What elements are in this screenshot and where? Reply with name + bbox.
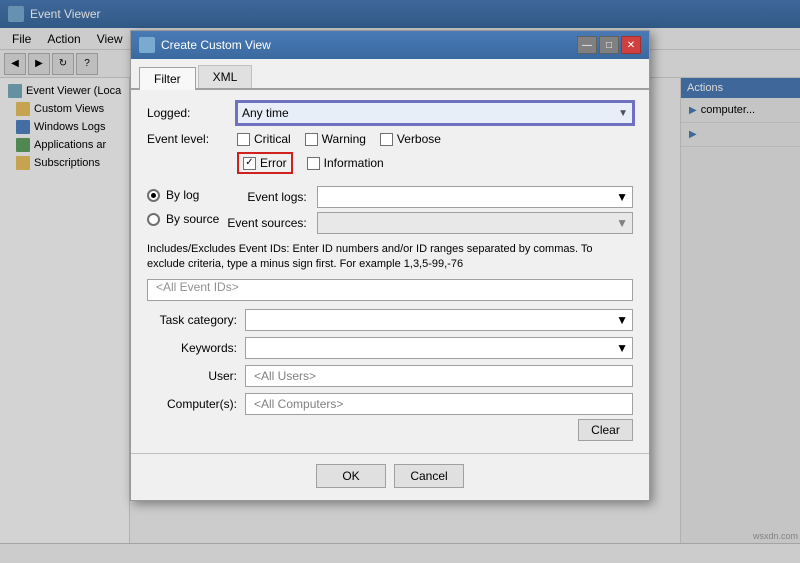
checkbox-verbose-label: Verbose: [397, 132, 441, 146]
event-id-description: Includes/Excludes Event IDs: Enter ID nu…: [147, 242, 633, 273]
radio-by-source[interactable]: [147, 213, 160, 226]
radio-by-source-row[interactable]: By source: [147, 212, 219, 226]
dialog-minimize-button[interactable]: —: [577, 36, 597, 54]
radio-by-log[interactable]: [147, 189, 160, 202]
user-input[interactable]: <All Users>: [245, 365, 633, 387]
checkbox-error-highlight: Error: [237, 152, 293, 174]
checkbox-error-label: Error: [260, 156, 287, 170]
logged-row: Logged: Any time ▼: [147, 102, 633, 124]
keywords-label: Keywords:: [147, 341, 237, 355]
computer-label: Computer(s):: [147, 397, 237, 411]
checkbox-information[interactable]: [307, 157, 320, 170]
keywords-arrow: ▼: [616, 341, 628, 355]
dialog-close-button[interactable]: ✕: [621, 36, 641, 54]
event-level-row: Event level: Critical Warning Verbose: [147, 132, 633, 180]
event-level-label: Event level:: [147, 132, 237, 146]
checkbox-critical-item[interactable]: Critical: [237, 132, 291, 146]
radio-by-source-label: By source: [166, 212, 219, 226]
dialog-maximize-button[interactable]: □: [599, 36, 619, 54]
logged-select[interactable]: Any time ▼: [237, 102, 633, 124]
checkbox-critical[interactable]: [237, 133, 250, 146]
dialog-window-controls: — □ ✕: [577, 36, 641, 54]
checkbox-verbose-item[interactable]: Verbose: [380, 132, 441, 146]
log-source-section: By log By source Event logs: ▼ Event sou…: [147, 186, 633, 234]
checkbox-critical-label: Critical: [254, 132, 291, 146]
dialog-tabs: Filter XML: [131, 59, 649, 90]
event-ids-placeholder: <All Event IDs>: [156, 280, 239, 294]
event-logs-arrow: ▼: [616, 190, 628, 204]
checkbox-verbose[interactable]: [380, 133, 393, 146]
radio-column: By log By source: [147, 188, 219, 226]
event-ids-input[interactable]: <All Event IDs>: [147, 279, 633, 301]
log-source-grid: Event logs: ▼ Event sources: ▼: [227, 186, 633, 234]
checkbox-warning[interactable]: [305, 133, 318, 146]
computer-placeholder: <All Computers>: [254, 397, 343, 411]
logged-select-arrow: ▼: [618, 108, 628, 119]
event-logs-select[interactable]: ▼: [317, 186, 633, 208]
checkbox-error-item[interactable]: Error: [243, 156, 287, 170]
computer-input[interactable]: <All Computers>: [245, 393, 633, 415]
event-logs-label: Event logs:: [227, 190, 306, 204]
checkbox-warning-item[interactable]: Warning: [305, 132, 366, 146]
dialog-titlebar: Create Custom View — □ ✕: [131, 31, 649, 59]
logged-select-value: Any time: [242, 106, 289, 120]
checkbox-error[interactable]: [243, 157, 256, 170]
ok-button[interactable]: OK: [316, 464, 386, 488]
radio-by-log-label: By log: [166, 188, 199, 202]
task-category-select[interactable]: ▼: [245, 309, 633, 331]
keywords-select[interactable]: ▼: [245, 337, 633, 359]
checkbox-warning-label: Warning: [322, 132, 366, 146]
task-category-arrow: ▼: [616, 313, 628, 327]
event-sources-arrow: ▼: [616, 216, 628, 230]
dialog-bottom-buttons: OK Cancel: [131, 453, 649, 500]
clear-button[interactable]: Clear: [578, 419, 633, 441]
event-level-checkboxes: Critical Warning Verbose: [237, 132, 441, 180]
clear-button-row: Clear: [147, 419, 633, 441]
dialog-title: Create Custom View: [161, 38, 271, 52]
event-sources-label: Event sources:: [227, 216, 306, 230]
checkbox-information-label: Information: [324, 156, 384, 170]
checkbox-row-1: Critical Warning Verbose: [237, 132, 441, 146]
dialog-title-left: Create Custom View: [139, 37, 271, 53]
tab-xml[interactable]: XML: [198, 65, 253, 88]
dialog-body: Logged: Any time ▼ Event level: Critical: [131, 90, 649, 453]
tab-filter[interactable]: Filter: [139, 67, 196, 90]
extra-fields-grid: Task category: ▼ Keywords: ▼ User: <All …: [147, 309, 633, 415]
event-sources-select[interactable]: ▼: [317, 212, 633, 234]
user-placeholder: <All Users>: [254, 369, 316, 383]
checkbox-information-item[interactable]: Information: [307, 156, 384, 170]
dialog-icon: [139, 37, 155, 53]
create-custom-view-dialog: Create Custom View — □ ✕ Filter XML Logg…: [130, 30, 650, 501]
checkbox-row-2: Error Information: [237, 152, 441, 174]
radio-by-log-row[interactable]: By log: [147, 188, 219, 202]
logged-label: Logged:: [147, 106, 237, 120]
task-category-label: Task category:: [147, 313, 237, 327]
cancel-button[interactable]: Cancel: [394, 464, 464, 488]
user-label: User:: [147, 369, 237, 383]
